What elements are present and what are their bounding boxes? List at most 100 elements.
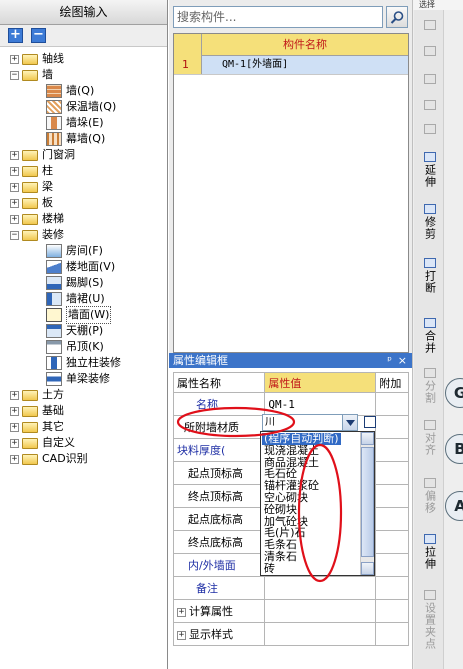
add-button[interactable]: + bbox=[8, 28, 23, 43]
tree-item-label: 柱 bbox=[42, 164, 53, 177]
dropdown-scrollbar[interactable] bbox=[360, 432, 374, 575]
tree-item[interactable]: + 板 bbox=[10, 195, 53, 211]
property-group-row[interactable]: + 计算属性 bbox=[172, 599, 409, 623]
scroll-down-button[interactable] bbox=[361, 562, 374, 575]
property-group[interactable]: + 显示样式 bbox=[172, 622, 266, 646]
tree-item[interactable]: + CAD识别 bbox=[10, 451, 88, 467]
tool-offset[interactable]: 偏移 bbox=[419, 478, 441, 517]
tree-expander[interactable]: + bbox=[10, 150, 19, 160]
tree-item[interactable]: 独立柱装修 bbox=[46, 355, 121, 371]
scroll-thumb[interactable] bbox=[361, 447, 374, 557]
folder-icon bbox=[22, 437, 38, 449]
search-input[interactable]: 搜索构件... bbox=[173, 6, 383, 28]
group-expander[interactable]: + bbox=[177, 607, 186, 617]
tool-mirror[interactable] bbox=[419, 74, 441, 86]
dropdown-option[interactable]: 现浇混凝土 bbox=[264, 444, 319, 457]
tool-split[interactable]: 分割 bbox=[419, 368, 441, 407]
tool-label: 分割 bbox=[423, 380, 437, 404]
property-name: 内/外墙面 bbox=[172, 553, 266, 577]
stretch-icon bbox=[424, 534, 436, 544]
search-button[interactable] bbox=[386, 6, 408, 28]
tree-expander[interactable]: − bbox=[10, 230, 19, 240]
close-icon[interactable]: × bbox=[398, 353, 407, 368]
select-button[interactable]: 选择 bbox=[413, 0, 463, 10]
tree-expander[interactable]: + bbox=[10, 422, 19, 432]
tree-item[interactable]: 楼地面(V) bbox=[46, 259, 115, 275]
tree-expander[interactable]: − bbox=[10, 70, 19, 80]
dropdown-option[interactable]: 砖 bbox=[264, 562, 275, 575]
tree-item[interactable]: 踢脚(S) bbox=[46, 275, 104, 291]
tool-align[interactable]: 对齐 bbox=[419, 420, 441, 459]
property-group[interactable]: + 计算属性 bbox=[172, 599, 266, 623]
tool-pencil[interactable] bbox=[419, 20, 441, 32]
tree-expander[interactable]: + bbox=[10, 406, 19, 416]
tree-item[interactable]: 天棚(P) bbox=[46, 323, 103, 339]
tree-item[interactable]: 墙裙(U) bbox=[46, 291, 105, 307]
tree-item[interactable]: 单梁装修 bbox=[46, 371, 110, 387]
table-row[interactable]: 1 QM-1[外墙面] bbox=[174, 56, 408, 75]
tree-item[interactable]: + 土方 bbox=[10, 387, 64, 403]
row-component-name[interactable]: QM-1[外墙面] bbox=[202, 56, 408, 74]
tree-item[interactable]: 幕墙(Q) bbox=[46, 131, 105, 147]
tool-rotate[interactable] bbox=[419, 124, 441, 136]
tree-expander[interactable]: + bbox=[10, 454, 19, 464]
column-finish-icon bbox=[46, 356, 62, 370]
tree-item[interactable]: + 柱 bbox=[10, 163, 53, 179]
tree-item[interactable]: 墙(Q) bbox=[46, 83, 94, 99]
tool-copy[interactable] bbox=[419, 46, 441, 58]
pencil-icon bbox=[424, 20, 436, 30]
tree-item[interactable]: + 门窗洞 bbox=[10, 147, 75, 163]
tree-expander[interactable]: + bbox=[10, 214, 19, 224]
tool-merge[interactable]: 合并 bbox=[419, 318, 441, 357]
scroll-up-button[interactable] bbox=[361, 432, 374, 445]
tree-item[interactable]: + 自定义 bbox=[10, 435, 75, 451]
tree-item[interactable]: + 楼梯 bbox=[10, 211, 64, 227]
tree-item[interactable]: − 装修 bbox=[10, 227, 64, 243]
remove-button[interactable]: − bbox=[31, 28, 46, 43]
list-header: 构件名称 bbox=[174, 34, 408, 56]
property-group-row[interactable]: + 显示样式 bbox=[172, 622, 409, 646]
property-extra bbox=[375, 553, 409, 577]
folder-icon bbox=[22, 197, 38, 209]
tree-item[interactable]: + 梁 bbox=[10, 179, 53, 195]
combo-dropdown-button[interactable] bbox=[342, 414, 358, 431]
tool-stretch[interactable]: 拉伸 bbox=[419, 534, 441, 573]
tree-expander[interactable]: + bbox=[10, 182, 19, 192]
tool-extend[interactable]: 延伸 bbox=[419, 152, 441, 191]
property-value[interactable] bbox=[264, 576, 377, 600]
group-expander[interactable]: + bbox=[177, 630, 186, 640]
pin-icon[interactable]: ᵖ bbox=[387, 353, 392, 368]
material-dropdown-list[interactable]: (程序自动判断) 现浇混凝土 商品混凝土 毛石砼 锚杆灌浆砼 空心砌块 砼砌块 加气砼块 毛(片… bbox=[260, 431, 375, 576]
tool-break[interactable]: 打断 bbox=[419, 258, 441, 297]
property-row[interactable]: 备注 bbox=[172, 576, 409, 600]
tool-label: 设置夹点 bbox=[423, 602, 437, 650]
dropdown-option[interactable]: 砼砌块 bbox=[264, 503, 297, 516]
extra-checkbox[interactable] bbox=[364, 416, 376, 428]
tree-item[interactable]: + 其它 bbox=[10, 419, 64, 435]
property-extra bbox=[375, 415, 409, 439]
tool-trim[interactable]: 修剪 bbox=[419, 204, 441, 243]
tree-expander[interactable]: + bbox=[10, 54, 19, 64]
tree-expander[interactable]: + bbox=[10, 198, 19, 208]
property-name: 起点顶标高 bbox=[172, 461, 266, 485]
tree-item-label: 装修 bbox=[42, 228, 64, 241]
tree-item[interactable]: 保温墙(Q) bbox=[46, 99, 116, 115]
tree-expander[interactable]: + bbox=[10, 166, 19, 176]
tree-item[interactable]: − 墙 bbox=[10, 67, 53, 83]
property-value[interactable]: QM-1 bbox=[264, 392, 377, 416]
tree-item[interactable]: 墙面(W) bbox=[46, 306, 112, 324]
trim-icon bbox=[424, 204, 436, 214]
tool-move[interactable] bbox=[419, 100, 441, 112]
tree-expander[interactable]: + bbox=[10, 438, 19, 448]
tree-item[interactable]: 吊顶(K) bbox=[46, 339, 104, 355]
tree-item[interactable]: + 轴线 bbox=[10, 51, 64, 67]
break-icon bbox=[424, 258, 436, 268]
property-row[interactable]: 名称 QM-1 bbox=[172, 392, 409, 416]
row-index: 1 bbox=[174, 56, 202, 74]
tool-grip[interactable]: 设置夹点 bbox=[419, 590, 441, 653]
tree-item[interactable]: 房间(F) bbox=[46, 243, 103, 259]
tree-item[interactable]: + 基础 bbox=[10, 403, 64, 419]
tree-expander[interactable]: + bbox=[10, 390, 19, 400]
move-icon bbox=[424, 100, 436, 110]
tree-item[interactable]: 墙垛(E) bbox=[46, 115, 104, 131]
